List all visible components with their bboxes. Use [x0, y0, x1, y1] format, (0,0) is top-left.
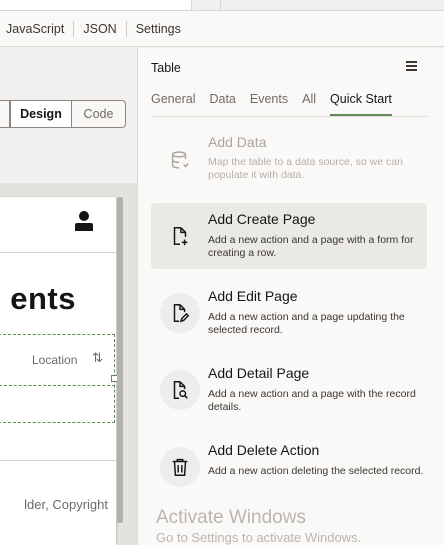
code-mode-button[interactable]: Code	[72, 100, 126, 128]
page-title: ents	[10, 281, 76, 316]
page-preview-canvas: ents Location ⇅ lder, Copyright	[0, 183, 137, 545]
activate-windows-subtext: Go to Settings to activate Windows.	[156, 530, 362, 545]
panel-tabs: General Data Events All Quick Start	[151, 92, 406, 116]
page-add-icon	[160, 216, 200, 256]
avatar-icon[interactable]	[75, 211, 93, 233]
tab-data[interactable]: Data	[209, 92, 235, 116]
canvas-scrollbar[interactable]	[117, 197, 123, 523]
column-header-location[interactable]: Location	[32, 353, 77, 367]
editor-tab-stub[interactable]	[0, 0, 192, 11]
trash-icon	[160, 447, 200, 487]
tab-javascript[interactable]: JavaScript	[6, 21, 73, 37]
view-mode-switch: Design Code	[0, 100, 126, 128]
page-search-icon	[160, 370, 200, 410]
selected-table-component[interactable]	[0, 334, 118, 423]
hamburger-menu-icon[interactable]	[406, 61, 418, 73]
window-top-strip	[0, 0, 444, 11]
tab-general[interactable]: General	[151, 92, 195, 116]
activate-windows-watermark: Activate Windows	[156, 507, 306, 528]
tab-settings[interactable]: Settings	[125, 20, 190, 37]
tab-events[interactable]: Events	[250, 92, 288, 116]
panel-title: Table	[151, 61, 181, 75]
design-mode-button[interactable]: Design	[10, 100, 72, 128]
view-mode-live-button[interactable]	[0, 100, 10, 128]
tab-json[interactable]: JSON	[73, 20, 125, 37]
editor-tabs-bar: JavaScript JSON Settings	[0, 11, 444, 47]
footer-text: lder, Copyright	[24, 497, 108, 512]
quick-start-add-data[interactable]: Add Data Map the table to a data source,…	[151, 126, 427, 192]
properties-panel: Table General Data Events All Quick Star…	[137, 48, 444, 545]
designer-canvas-pane: Design Code ents Location ⇅ lder, Copyri…	[0, 48, 137, 545]
quick-start-add-create-page[interactable]: Add Create Page Add a new action and a p…	[151, 203, 427, 269]
sort-icon[interactable]: ⇅	[92, 350, 103, 366]
quick-start-add-delete-action[interactable]: Add Delete Action Add a new action delet…	[151, 434, 427, 500]
quick-start-add-edit-page[interactable]: Add Edit Page Add a new action and a pag…	[151, 280, 427, 346]
tab-all[interactable]: All	[302, 92, 316, 116]
database-icon	[160, 140, 200, 180]
tab-quick-start[interactable]: Quick Start	[330, 92, 392, 116]
editor-tab-stub-2[interactable]	[193, 0, 221, 11]
quick-start-add-detail-page[interactable]: Add Detail Page Add a new action and a p…	[151, 357, 427, 423]
page-preview: ents Location ⇅ lder, Copyright	[0, 197, 118, 545]
page-edit-icon	[160, 293, 200, 333]
